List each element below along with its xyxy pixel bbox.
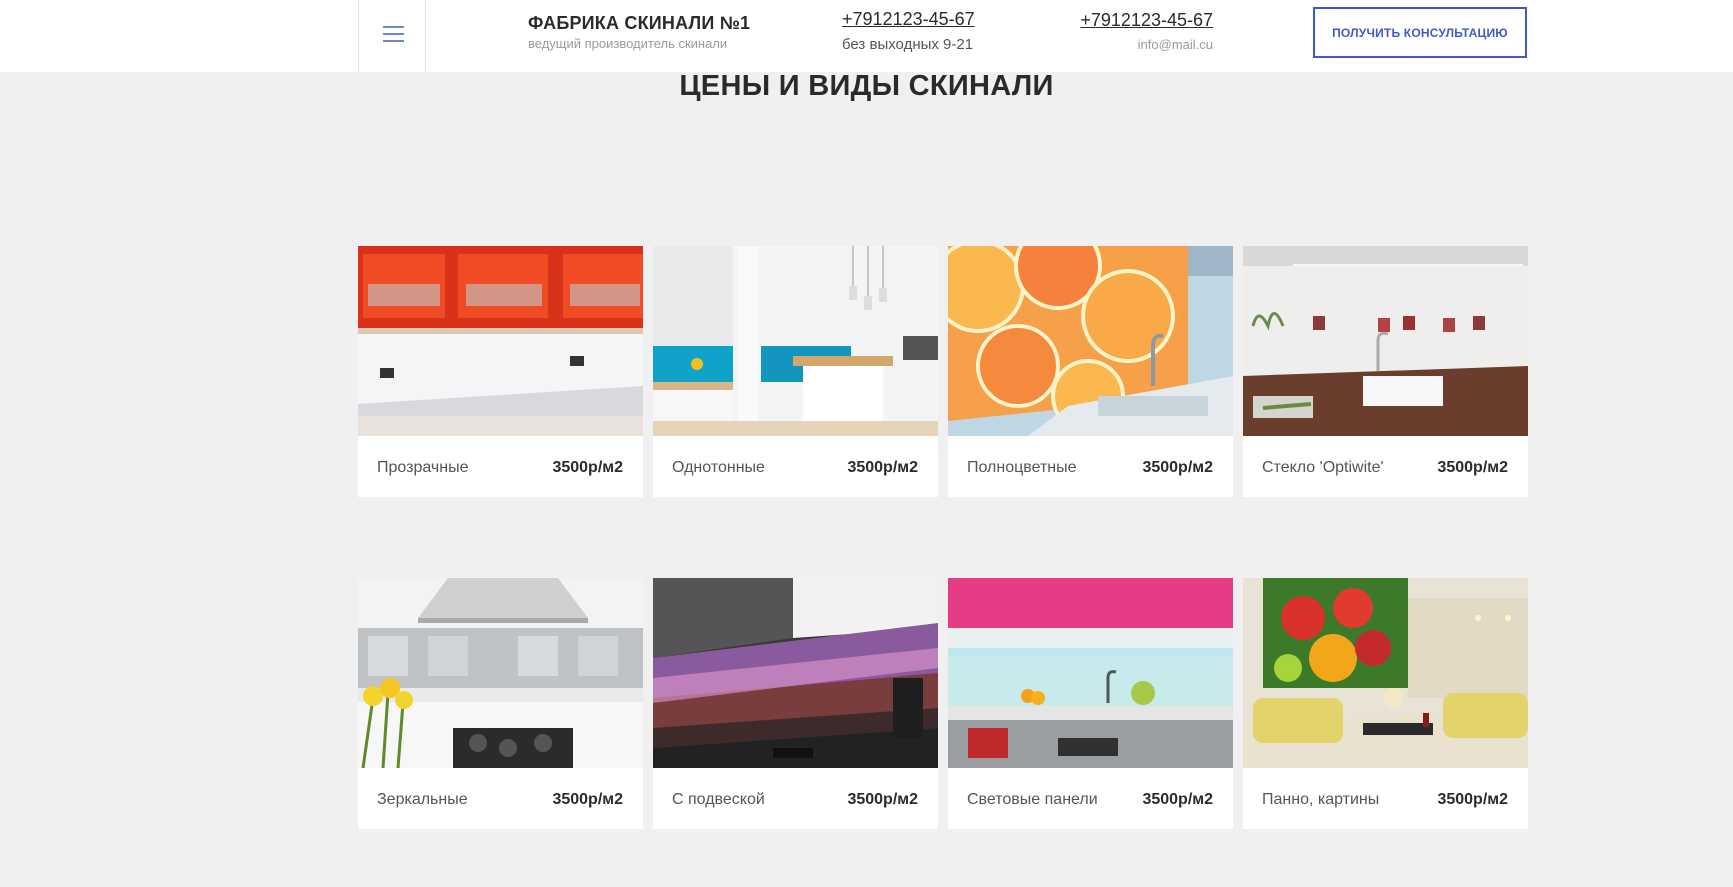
menu-button[interactable] bbox=[358, 0, 426, 72]
product-card[interactable]: Полноцветные 3500р/м2 bbox=[948, 246, 1233, 497]
product-image-transparent bbox=[358, 246, 643, 436]
product-card[interactable]: Зеркальные 3500р/м2 bbox=[358, 578, 643, 829]
consultation-button[interactable]: ПОЛУЧИТЬ КОНСУЛЬТАЦИЮ bbox=[1313, 7, 1527, 58]
product-price: 3500р/м2 bbox=[1142, 459, 1213, 476]
product-price: 3500р/м2 bbox=[552, 459, 623, 476]
product-price: 3500р/м2 bbox=[847, 459, 918, 476]
product-card[interactable]: Стекло 'Optiwite' 3500р/м2 bbox=[1243, 246, 1528, 497]
product-image-mirror bbox=[358, 578, 643, 768]
brand-subtitle: ведущий производитель скинали bbox=[528, 36, 728, 51]
brand-title: ФАБРИКА СКИНАЛИ №1 bbox=[528, 13, 751, 33]
product-name: Световые панели bbox=[967, 791, 1098, 808]
brand[interactable]: ФАБРИКА СКИНАЛИ №1 ведущий производитель… bbox=[528, 13, 750, 51]
product-price: 3500р/м2 bbox=[1142, 791, 1213, 808]
email-text[interactable]: info@mail.cu bbox=[1060, 37, 1213, 52]
site-header: ФАБРИКА СКИНАЛИ №1 ведущий производитель… bbox=[0, 0, 1733, 72]
product-price: 3500р/м2 bbox=[847, 791, 918, 808]
product-card[interactable]: Панно, картины 3500р/м2 bbox=[1243, 578, 1528, 829]
product-name: С подвеской bbox=[672, 791, 765, 808]
product-image-optiwite bbox=[1243, 246, 1528, 436]
product-price: 3500р/м2 bbox=[552, 791, 623, 808]
product-card[interactable]: Прозрачные 3500р/м2 bbox=[358, 246, 643, 497]
product-name: Полноцветные bbox=[967, 459, 1077, 476]
product-name: Зеркальные bbox=[377, 791, 468, 808]
product-image-solid bbox=[653, 246, 938, 436]
product-price: 3500р/м2 bbox=[1437, 459, 1508, 476]
contact-block-email: +7912123-45-67 info@mail.cu bbox=[1060, 10, 1213, 52]
product-image-rail bbox=[653, 578, 938, 768]
product-image-light-panels bbox=[948, 578, 1233, 768]
product-name: Панно, картины bbox=[1262, 791, 1380, 808]
phone-link-primary[interactable]: +7912123-45-67 bbox=[842, 9, 975, 30]
product-card[interactable]: Световые панели 3500р/м2 bbox=[948, 578, 1233, 829]
product-name: Однотонные bbox=[672, 459, 765, 476]
product-card[interactable]: С подвеской 3500р/м2 bbox=[653, 578, 938, 829]
product-name: Прозрачные bbox=[377, 459, 469, 476]
section-title: ЦЕНЫ И ВИДЫ СКИНАЛИ bbox=[679, 70, 1054, 102]
product-card[interactable]: Однотонные 3500р/м2 bbox=[653, 246, 938, 497]
working-hours: без выходных 9-21 bbox=[842, 36, 974, 53]
contact-block-phone: +7912123-45-67 без выходных 9-21 bbox=[842, 9, 975, 53]
phone-link-secondary[interactable]: +7912123-45-67 bbox=[1060, 10, 1213, 31]
product-image-paintings bbox=[1243, 578, 1528, 768]
product-image-fullcolor bbox=[948, 246, 1233, 436]
product-price: 3500р/м2 bbox=[1437, 791, 1508, 808]
product-name: Стекло 'Optiwite' bbox=[1262, 459, 1384, 476]
